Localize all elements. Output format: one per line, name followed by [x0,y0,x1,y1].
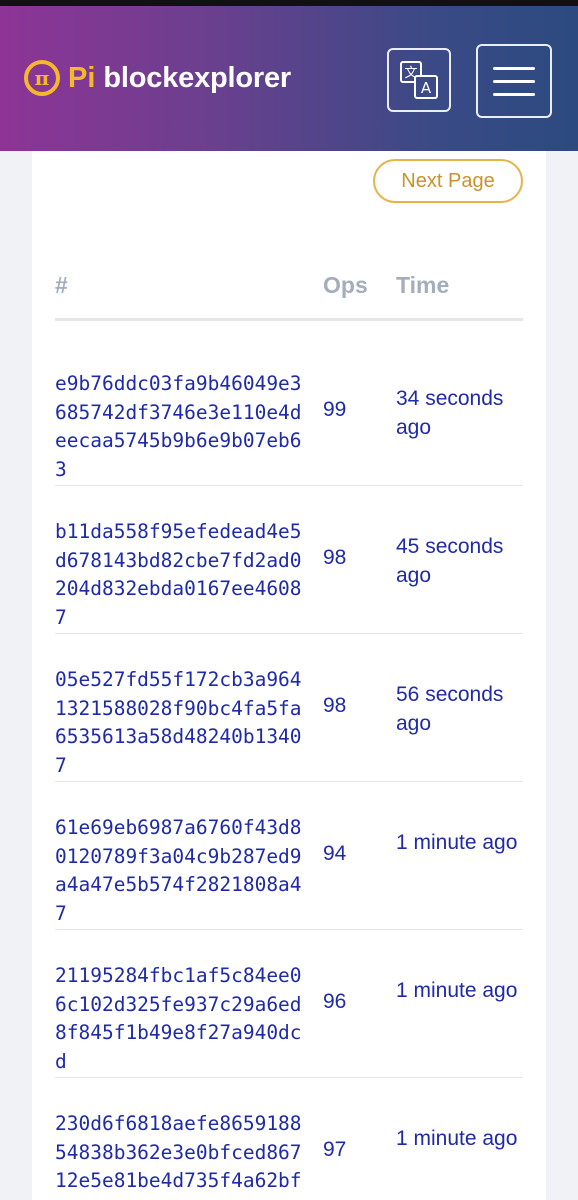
table-row: 05e527fd55f172cb3a9641321588028f90bc4fa5… [55,634,523,782]
pi-glyph: π [34,66,50,90]
brand-pi-text: Pi [68,61,96,94]
block-time: 34 seconds ago [396,387,504,439]
block-time: 56 seconds ago [396,683,504,735]
ops-count: 97 [323,1138,347,1161]
block-time: 45 seconds ago [396,535,504,587]
block-hash-link[interactable]: b11da558f95efedead4e5d678143bd82cbe7fd2a… [55,518,305,632]
block-hash-link[interactable]: 21195284fbc1af5c84ee06c102d325fe937c29a6… [55,962,305,1076]
block-hash-link[interactable]: e9b76ddc03fa9b46049e3685742df3746e3e110e… [55,370,305,484]
table-row: 230d6f6818aefe865918854838b362e3e0bfced8… [55,1078,523,1200]
table-header-divider [55,318,523,321]
ops-count: 96 [323,990,347,1013]
ops-count: 98 [323,694,347,717]
column-header-ops: Ops [323,272,368,298]
table-row: 21195284fbc1af5c84ee06c102d325fe937c29a6… [55,930,523,1078]
ops-count: 94 [323,842,347,865]
block-time: 1 minute ago [396,1127,518,1150]
column-header-time: Time [396,272,450,298]
hamburger-menu-icon-bar [493,79,535,83]
block-time: 1 minute ago [396,979,518,1002]
pi-coin-icon: π [24,60,60,96]
app-header: π Pi blockexplorer 文 A [0,6,578,151]
brand-logo[interactable]: π Pi blockexplorer [24,56,291,100]
block-time: 1 minute ago [396,831,518,854]
language-button[interactable]: 文 A [387,48,451,112]
hamburger-menu-icon-bar [493,92,535,96]
ops-count: 99 [323,398,347,421]
table-row: e9b76ddc03fa9b46049e3685742df3746e3e110e… [55,338,523,486]
next-page-button[interactable]: Next Page [373,159,523,203]
hamburger-menu-icon [493,66,535,70]
block-hash-link[interactable]: 61e69eb6987a6760f43d80120789f3a04c9b287e… [55,814,305,928]
brand-name-text: blockexplorer [103,61,291,94]
ops-count: 98 [323,546,347,569]
table-row: b11da558f95efedead4e5d678143bd82cbe7fd2a… [55,486,523,634]
block-hash-link[interactable]: 05e527fd55f172cb3a9641321588028f90bc4fa5… [55,666,305,780]
block-hash-link[interactable]: 230d6f6818aefe865918854838b362e3e0bfced8… [55,1110,305,1200]
menu-button[interactable] [476,44,552,118]
translate-icon: 文 A [400,61,438,99]
table-row: 61e69eb6987a6760f43d80120789f3a04c9b287e… [55,782,523,930]
svg-text:A: A [421,79,432,97]
column-header-hash: # [55,272,68,298]
